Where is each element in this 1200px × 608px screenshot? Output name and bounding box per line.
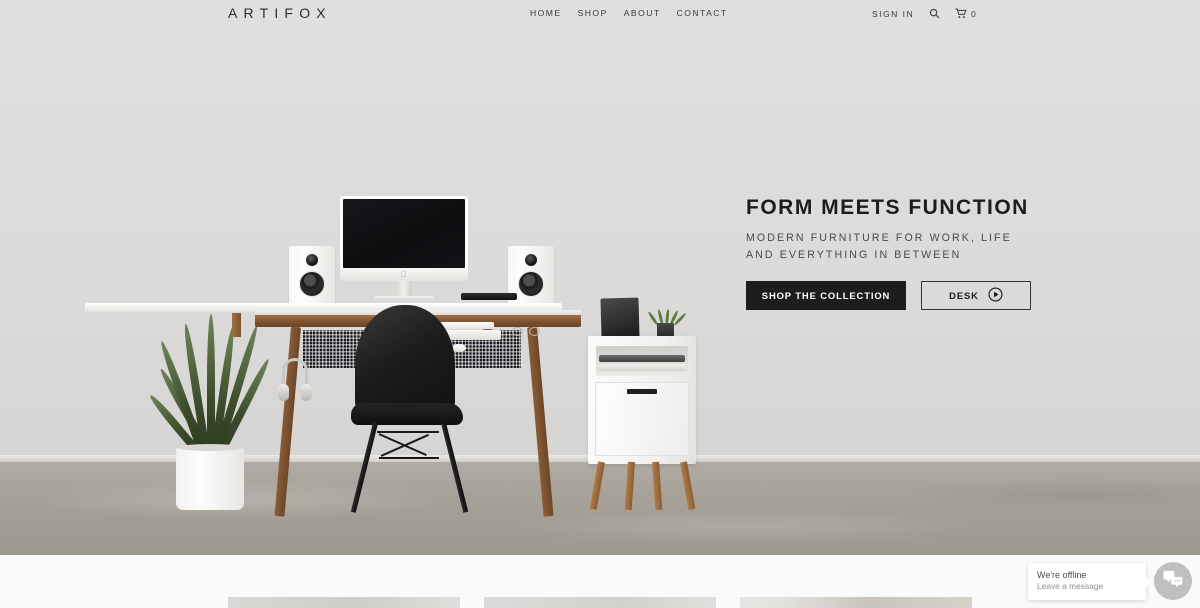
chat-status-subtitle: Leave a message [1037, 581, 1104, 592]
nav-item-shop[interactable]: SHOP [578, 8, 608, 18]
tablet-on-cabinet [600, 297, 640, 339]
products-section [0, 555, 1200, 608]
nav-item-home[interactable]: HOME [530, 8, 562, 18]
site-header: ARTIFOX HOME SHOP ABOUT CONTACT SIGN IN [0, 0, 1200, 27]
side-cabinet [588, 297, 696, 511]
eames-style-chair [345, 305, 475, 520]
header-utilities: SIGN IN 0 [872, 8, 976, 19]
cart-button[interactable]: 0 [955, 8, 976, 19]
hero-subheadline-line1: MODERN FURNITURE FOR WORK, LIFE [746, 232, 1012, 245]
cart-count: 0 [971, 8, 977, 19]
hero-content: FORM MEETS FUNCTION MODERN FURNITURE FOR… [746, 196, 1076, 310]
chat-toggle-button[interactable] [1154, 562, 1192, 600]
chat-message-panel[interactable]: We're offline Leave a message [1028, 562, 1151, 600]
site-logo[interactable]: ARTIFOX [228, 5, 332, 21]
play-circle-icon [988, 287, 1003, 304]
hero-subheadline-line2: AND EVERYTHING IN BETWEEN [746, 248, 962, 261]
soundbar-accessory [461, 293, 517, 300]
product-card[interactable] [740, 597, 972, 608]
hero-headline: FORM MEETS FUNCTION [746, 196, 1029, 219]
desk-video-button[interactable]: DESK [921, 280, 1031, 310]
nav-item-contact[interactable]: CONTACT [677, 8, 728, 18]
plant-pot [176, 444, 244, 510]
product-card[interactable] [228, 597, 460, 608]
shop-the-collection-button[interactable]: SHOP THE COLLECTION [746, 280, 906, 310]
hero-cta-row: SHOP THE COLLECTION DESK [746, 280, 1076, 310]
imac-monitor:  [340, 196, 468, 306]
artifox-homepage:  [0, 0, 1200, 608]
product-card[interactable] [484, 597, 716, 608]
nav-item-about[interactable]: ABOUT [624, 8, 661, 18]
main-navigation: HOME SHOP ABOUT CONTACT [530, 8, 728, 18]
product-card-row [0, 597, 1200, 608]
sign-in-link[interactable]: SIGN IN [872, 9, 914, 19]
shopping-cart-icon [955, 8, 967, 19]
eyeglasses-accessory [512, 327, 542, 336]
hero-subheadline: MODERN FURNITURE FOR WORK, LIFE AND EVER… [746, 230, 1076, 263]
hero-section:  [0, 0, 1200, 555]
chat-widget: We're offline Leave a message [1028, 562, 1192, 600]
small-potted-plant [647, 304, 687, 338]
search-icon[interactable] [929, 8, 940, 19]
desk-button-label: DESK [949, 289, 979, 301]
chat-status-title: We're offline [1037, 570, 1087, 581]
headphones [278, 358, 312, 410]
chat-bubbles-icon [1163, 570, 1183, 593]
